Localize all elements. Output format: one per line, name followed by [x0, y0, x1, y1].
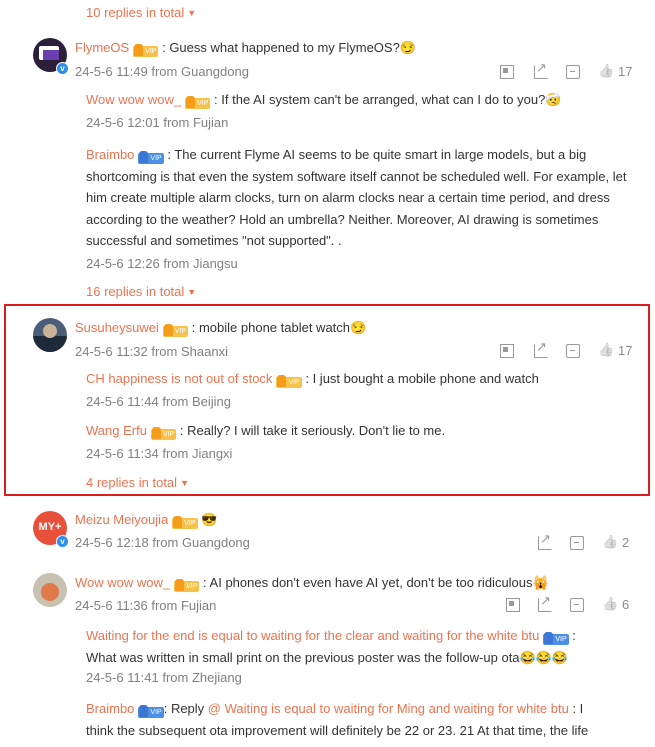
like-icon[interactable]: [598, 344, 612, 358]
favorite-icon[interactable]: [500, 343, 514, 358]
emoji: 😏: [350, 320, 367, 335]
like-icon[interactable]: [602, 598, 616, 612]
comment-meta: 24-5-6 11:32 from Shaanxi: [75, 344, 228, 359]
comment-author[interactable]: Meizu Meiyoujia: [75, 512, 168, 527]
avatar[interactable]: [33, 573, 67, 607]
comment-text: : Guess what happened to my FlymeOS?: [162, 40, 400, 55]
avatar[interactable]: [33, 318, 67, 352]
reply-text: : Really? I will take it seriously. Don'…: [179, 423, 446, 438]
verified-badge-icon: v: [56, 535, 69, 548]
emoji: 🤕: [545, 92, 562, 107]
like-icon[interactable]: [598, 65, 612, 79]
more-replies-link[interactable]: 10 replies in total ▼: [86, 5, 196, 20]
vip-badge-icon: VIP: [543, 632, 569, 645]
vip-badge-icon: VIP: [162, 324, 189, 337]
reply-meta: 24-5-6 12:01 from Fujian: [86, 115, 229, 130]
more-replies-link[interactable]: 16 replies in total ▼: [86, 284, 196, 299]
reply-item: Wow wow wow_ VIP : If the AI system can't…: [86, 92, 562, 109]
vip-badge-icon: VIP: [174, 579, 200, 592]
reply-author[interactable]: Waiting for the end is equal to waiting …: [86, 628, 539, 643]
emoji: 😎: [201, 512, 218, 527]
reply-item: Waiting for the end is equal to waiting …: [86, 625, 646, 668]
like-icon[interactable]: [602, 536, 616, 550]
comment-icon[interactable]: [566, 343, 580, 358]
vip-badge-icon: VIP: [138, 705, 164, 718]
vip-badge-icon: VIP: [150, 427, 177, 440]
like-count: 6: [622, 597, 630, 612]
comment-actions: 17: [500, 60, 633, 79]
reply-meta: 24-5-6 11:44 from Beijing: [86, 394, 232, 409]
reply-item: Braimbo VIP: Reply @ Waiting is equal to …: [86, 698, 646, 741]
reply-text: : The current Flyme AI seems to be quite…: [167, 147, 587, 162]
more-replies-label[interactable]: 10 replies in total: [86, 5, 184, 20]
reply-text: shortcoming is that even the system soft…: [86, 168, 627, 184]
more-replies-label[interactable]: 16 replies in total: [86, 284, 184, 299]
chevron-down-icon: ▼: [187, 287, 197, 297]
comment-meta: 24-5-6 12:18 from Guangdong: [75, 535, 250, 550]
reply-text: think the subsequent ota improvement wil…: [86, 722, 589, 738]
reply-author[interactable]: Braimbo: [86, 147, 134, 162]
reply-item: CH happiness is not out of stock VIP : I …: [86, 371, 539, 388]
mention-link[interactable]: @ Waiting is equal to waiting for Ming a…: [208, 701, 569, 716]
reply-meta: 24-5-6 11:41 from Zhejiang: [86, 670, 242, 685]
comment-header: Meizu Meiyoujia VIP 😎: [75, 512, 217, 529]
avatar-text: MY+: [38, 521, 62, 533]
comment-header: Wow wow wow_ VIP : AI phones don't even h…: [75, 575, 549, 592]
reply-text: : I just bought a mobile phone and watch: [305, 371, 539, 386]
reply-text: : If the AI system can't be arranged, wh…: [214, 92, 546, 107]
share-icon[interactable]: [538, 531, 552, 550]
emoji: 😂😂😂: [519, 649, 569, 665]
reply-text: successful and sometimes "not supported"…: [86, 233, 342, 248]
reply-text: :: [572, 628, 576, 643]
vip-badge-icon: VIP: [276, 375, 302, 388]
reply-meta: 24-5-6 12:26 from Jiangsu: [86, 256, 238, 271]
share-icon[interactable]: [538, 593, 552, 612]
reply-text: him create multiple alarm clocks, turn o…: [86, 190, 610, 205]
like-count: 2: [622, 535, 630, 550]
reply-item: Wang Erfu VIP : Really? I will take it se…: [86, 423, 445, 440]
more-replies-link[interactable]: 4 replies in total ▼: [86, 475, 189, 490]
comment-text: : mobile phone tablet watch: [191, 320, 351, 335]
favorite-icon[interactable]: [500, 64, 514, 79]
emoji: 🙀: [532, 575, 549, 590]
reply-text: according to the weather? Hold an umbrel…: [86, 211, 599, 227]
comment-icon[interactable]: [570, 597, 584, 612]
comment-meta: 24-5-6 11:49 from Guangdong: [75, 64, 249, 79]
comment-header: FlymeOS VIP : Guess what happened to my F…: [75, 40, 416, 57]
reply-author[interactable]: Wang Erfu: [86, 423, 147, 438]
chevron-down-icon: ▼: [187, 8, 197, 18]
comment-author[interactable]: Wow wow wow_: [75, 575, 170, 590]
reply-text: : I: [572, 701, 584, 716]
like-count: 17: [618, 64, 633, 79]
reply-author[interactable]: Braimbo: [86, 701, 134, 716]
chevron-down-icon: ▼: [180, 478, 189, 488]
reply-meta: 24-5-6 11:34 from Jiangxi: [86, 446, 233, 461]
comment-meta: 24-5-6 11:36 from Fujian: [75, 598, 217, 613]
comment-actions: 2: [538, 531, 630, 550]
comment-text: : AI phones don't even have AI yet, don'…: [203, 575, 533, 590]
reply-item: Braimbo VIP : The current Flyme AI seems …: [86, 144, 646, 252]
comment-header: Susuheysuwei VIP : mobile phone tablet wa…: [75, 320, 366, 337]
reply-author[interactable]: CH happiness is not out of stock: [86, 371, 272, 386]
comment-icon[interactable]: [566, 64, 580, 79]
vip-badge-icon: VIP: [185, 96, 211, 109]
comment-actions: 17: [500, 339, 633, 358]
verified-badge-icon: v: [56, 62, 69, 75]
emoji: 😏: [399, 40, 417, 55]
vip-badge-icon: VIP: [133, 44, 159, 57]
vip-badge-icon: VIP: [172, 516, 198, 529]
favorite-icon[interactable]: [506, 597, 520, 612]
share-icon[interactable]: [534, 339, 548, 358]
more-replies-label[interactable]: 4 replies in total: [86, 475, 177, 490]
like-count: 17: [618, 343, 633, 358]
reply-author[interactable]: Wow wow wow_: [86, 92, 181, 107]
comment-actions: 6: [506, 593, 630, 612]
share-icon[interactable]: [534, 60, 548, 79]
comment-author[interactable]: FlymeOS: [75, 40, 129, 55]
comment-icon[interactable]: [570, 535, 584, 550]
reply-text: What was written in small print on the p…: [86, 649, 520, 665]
reply-text: : Reply: [163, 701, 208, 716]
comment-author[interactable]: Susuheysuwei: [75, 320, 159, 335]
vip-badge-icon: VIP: [138, 151, 164, 164]
